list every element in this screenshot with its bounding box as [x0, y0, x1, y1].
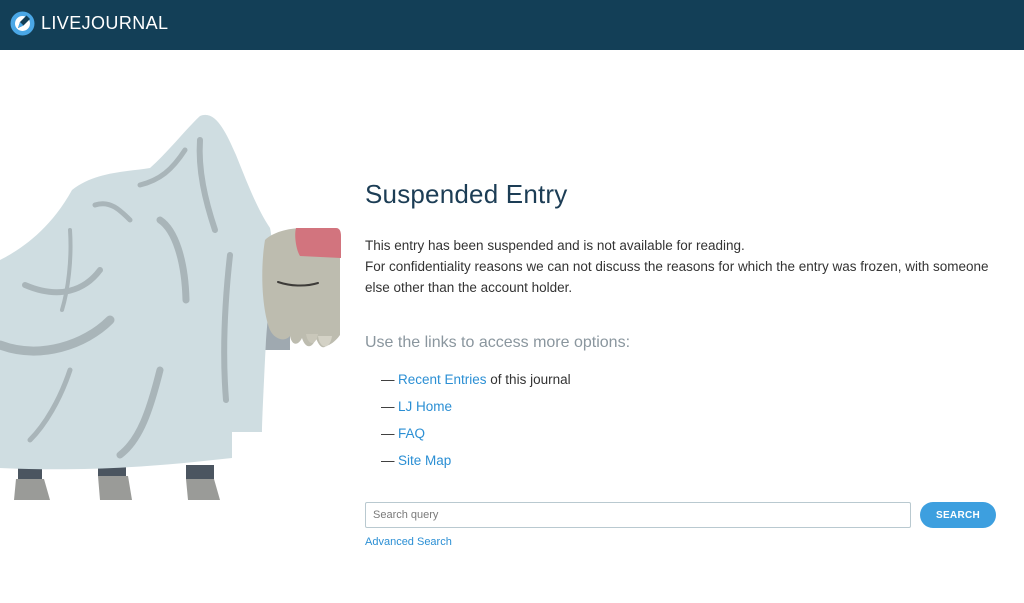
search-form: SEARCH — [365, 502, 997, 528]
options-link-list: — Recent Entries of this journal — LJ Home… — [365, 366, 1005, 474]
search-query-input[interactable] — [365, 502, 911, 528]
list-item-faq: — FAQ — [381, 420, 1005, 447]
list-item-recent-entries: — Recent Entries of this journal — [381, 366, 1005, 393]
message-line-1: This entry has been suspended and is not… — [365, 238, 745, 253]
advanced-search-link[interactable]: Advanced Search — [365, 536, 452, 548]
top-navigation-bar: LIVEJOURNAL — [0, 0, 1024, 50]
recent-entries-link[interactable]: Recent Entries — [398, 372, 487, 387]
list-item-lj-home: — LJ Home — [381, 393, 1005, 420]
message-line-2: For confidentiality reasons we can not d… — [365, 259, 989, 295]
list-dash: — — [381, 453, 395, 468]
site-map-link[interactable]: Site Map — [398, 453, 451, 468]
suspension-message: This entry has been suspended and is not… — [365, 235, 1005, 298]
ghost-yak-illustration — [0, 114, 341, 500]
main-content: Suspended Entry This entry has been susp… — [365, 175, 1005, 474]
faq-link[interactable]: FAQ — [398, 426, 425, 441]
list-item-site-map: — Site Map — [381, 447, 1005, 474]
list-dash: — — [381, 426, 395, 441]
lj-home-link[interactable]: LJ Home — [398, 399, 452, 414]
livejournal-logo-link[interactable]: LIVEJOURNAL — [10, 11, 168, 36]
search-button[interactable]: SEARCH — [920, 502, 996, 528]
yak-head — [262, 228, 341, 348]
options-heading: Use the links to access more options: — [365, 334, 631, 351]
list-dash: — — [381, 372, 395, 387]
livejournal-logo-icon — [10, 11, 35, 36]
recent-entries-suffix: of this journal — [486, 372, 571, 387]
list-dash: — — [381, 399, 395, 414]
page-title: Suspended Entry — [365, 179, 568, 209]
logo-text: LIVEJOURNAL — [41, 13, 169, 33]
